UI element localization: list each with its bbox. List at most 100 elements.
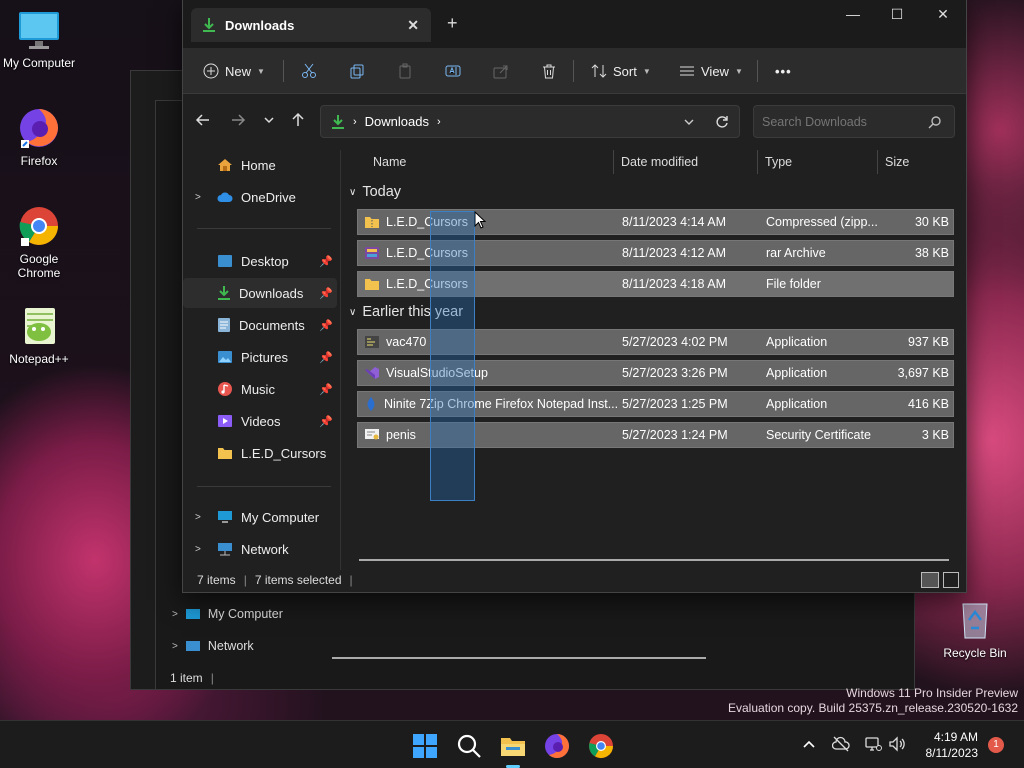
navigation-pane: Home > OneDrive Desktop 📌 Downloads 📌 Do…: [183, 150, 341, 570]
close-window-button[interactable]: ✕: [923, 6, 963, 23]
chevron-right-icon[interactable]: >: [195, 544, 201, 555]
address-field[interactable]: › Downloads ›: [320, 105, 740, 138]
ninite-icon: [364, 396, 378, 412]
address-dropdown-icon[interactable]: [683, 116, 695, 128]
rename-button[interactable]: [445, 48, 461, 94]
file-date: 5/27/2023 1:25 PM: [622, 397, 728, 411]
bg-nav-network[interactable]: > Network: [172, 639, 254, 653]
cut-button[interactable]: [301, 48, 317, 94]
onedrive-offline-icon[interactable]: [832, 736, 850, 752]
chevron-right-icon: ›: [437, 115, 441, 128]
minimize-button[interactable]: —: [833, 6, 873, 22]
download-icon: [331, 114, 345, 130]
horizontal-scrollbar[interactable]: [359, 559, 949, 561]
file-size: 3,697 KB: [897, 366, 949, 380]
download-icon: [217, 285, 231, 301]
desktop-icon-firefox[interactable]: Firefox: [0, 106, 81, 168]
rar-icon: [364, 246, 380, 260]
copy-button[interactable]: [349, 48, 365, 94]
desktop-icon-label: Notepad++: [9, 352, 69, 366]
search-input[interactable]: [753, 105, 955, 138]
toolbar-divider: [573, 60, 574, 82]
file-type: Security Certificate: [766, 428, 871, 442]
back-button[interactable]: [195, 112, 211, 128]
desktop-icon-google-chrome[interactable]: Google Chrome: [0, 204, 81, 280]
taskbar-file-explorer[interactable]: [500, 733, 526, 768]
pin-icon: 📌: [319, 415, 333, 428]
plus-circle-icon: [203, 63, 219, 79]
new-tab-button[interactable]: +: [447, 13, 458, 34]
group-header-today[interactable]: ∨ Today: [349, 184, 401, 200]
refresh-icon[interactable]: [715, 115, 729, 129]
recent-locations-button[interactable]: [263, 112, 275, 128]
file-date: 8/11/2023 4:12 AM: [622, 246, 727, 260]
start-button[interactable]: [412, 733, 438, 759]
maximize-button[interactable]: ☐: [877, 6, 917, 23]
title-bar[interactable]: Downloads ✕ + — ☐ ✕: [183, 0, 966, 48]
details-view-icon[interactable]: [921, 572, 939, 588]
file-size: 416 KB: [907, 397, 949, 411]
nav-home[interactable]: Home: [183, 150, 337, 180]
search-button[interactable]: [456, 733, 482, 759]
volume-icon[interactable]: [888, 736, 906, 752]
music-icon: [217, 381, 233, 397]
tab-downloads[interactable]: Downloads ✕: [191, 8, 431, 42]
search-icon: [928, 115, 942, 129]
document-icon: [217, 317, 231, 333]
nav-my-computer[interactable]: > My Computer: [183, 502, 337, 532]
taskbar-firefox[interactable]: [544, 733, 570, 759]
bg-status-bar: 1 item |: [170, 671, 214, 685]
chrome-icon: [17, 204, 61, 248]
file-size: 937 KB: [907, 335, 949, 349]
nav-pictures[interactable]: Pictures 📌: [183, 342, 337, 372]
delete-button[interactable]: [541, 48, 557, 94]
toolbar-divider: [757, 60, 758, 82]
file-size: 38 KB: [914, 246, 949, 260]
show-hidden-icons-icon[interactable]: [802, 738, 816, 750]
paste-button[interactable]: [397, 48, 413, 94]
file-date: 8/11/2023 4:18 AM: [622, 277, 727, 291]
notification-badge[interactable]: 1: [988, 737, 1004, 753]
tab-title: Downloads: [225, 17, 295, 33]
file-type: Application: [766, 335, 828, 349]
nav-onedrive[interactable]: > OneDrive: [183, 182, 337, 212]
desktop-icon-recycle-bin[interactable]: Recycle Bin: [933, 598, 1017, 660]
view-button[interactable]: View ▼: [679, 48, 743, 94]
more-options-button[interactable]: •••: [775, 48, 792, 94]
nav-documents[interactable]: Documents 📌: [183, 310, 337, 340]
new-button[interactable]: New ▼: [203, 48, 265, 94]
chevron-right-icon[interactable]: >: [195, 512, 201, 523]
sort-button[interactable]: Sort ▼: [591, 48, 651, 94]
network-status-icon[interactable]: [864, 736, 882, 752]
forward-button[interactable]: [230, 112, 246, 128]
share-button[interactable]: [493, 48, 509, 94]
desktop-icon-my-computer[interactable]: My Computer: [0, 8, 81, 70]
column-header-date[interactable]: Date modified: [621, 150, 698, 174]
column-header-name[interactable]: Name: [373, 150, 406, 174]
close-tab-icon[interactable]: ✕: [407, 17, 419, 34]
address-bar-row: › Downloads ›: [183, 94, 966, 150]
system-clock[interactable]: 4:19 AM 8/11/2023: [926, 729, 979, 761]
sort-icon: [591, 63, 607, 79]
up-button[interactable]: [290, 112, 306, 128]
explorer-window[interactable]: Downloads ✕ + — ☐ ✕ New ▼ Sort ▼ View ▼ …: [182, 0, 967, 593]
video-icon: [217, 414, 233, 428]
column-header-type[interactable]: Type: [765, 150, 792, 174]
desktop-icon-notepad-plus-plus[interactable]: Notepad++: [0, 304, 81, 366]
column-header-size[interactable]: Size: [885, 150, 909, 174]
nav-downloads[interactable]: Downloads 📌: [183, 278, 337, 308]
breadcrumb-downloads[interactable]: Downloads: [365, 114, 429, 129]
large-icons-view-icon[interactable]: [943, 572, 959, 588]
chevron-right-icon[interactable]: >: [195, 192, 201, 203]
nav-music[interactable]: Music 📌: [183, 374, 337, 404]
nav-desktop[interactable]: Desktop 📌: [183, 246, 337, 276]
drag-selection-rectangle: [430, 211, 475, 501]
desktop-folder-icon: [217, 254, 233, 268]
nav-network[interactable]: > Network: [183, 534, 337, 564]
bg-horizontal-scrollbar[interactable]: [332, 657, 706, 659]
nav-videos[interactable]: Videos 📌: [183, 406, 337, 436]
taskbar-chrome[interactable]: [588, 733, 614, 759]
bg-nav-my-computer[interactable]: > My Computer: [172, 607, 283, 621]
chevron-down-icon: ∨: [349, 306, 357, 318]
nav-led-cursors[interactable]: L.E.D_Cursors: [183, 438, 337, 468]
